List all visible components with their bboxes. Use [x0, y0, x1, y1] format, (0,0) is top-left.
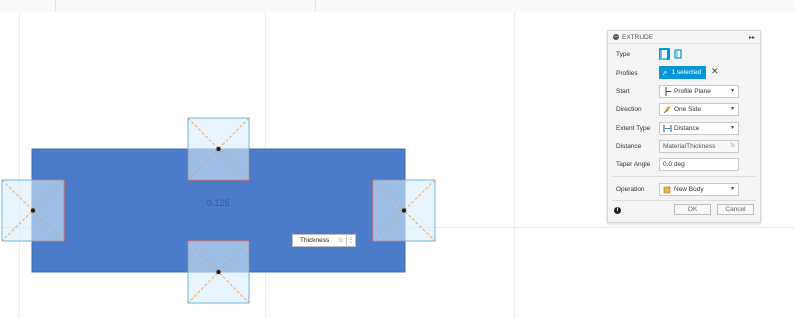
- panel-title: EXTRUDE: [622, 33, 654, 41]
- vertical-ellipsis-icon[interactable]: ⋮: [346, 235, 355, 246]
- extent-type-dropdown[interactable]: Distance ▼: [659, 121, 739, 135]
- sketch-square-right: [372, 179, 436, 242]
- operation-value: New Body: [674, 185, 704, 193]
- operation-label: Operation: [616, 185, 645, 193]
- extrude-thin-icon[interactable]: [673, 48, 684, 60]
- distance-row: Distance MaterialThickness fx: [608, 138, 760, 154]
- direction-row: Direction One Side ▼: [608, 101, 760, 117]
- one-side-icon: [663, 105, 672, 114]
- taper-angle-row: Taper Angle 0.0 deg: [608, 156, 760, 172]
- chevron-down-icon: ▼: [730, 186, 735, 192]
- type-label: Type: [616, 50, 631, 58]
- panel-divider: [612, 176, 756, 177]
- taper-angle-input[interactable]: 0.0 deg: [659, 157, 739, 171]
- operation-row: Operation + New Body ▼: [608, 181, 760, 197]
- cancel-button[interactable]: Cancel: [717, 204, 754, 215]
- chevron-down-icon: ▼: [730, 88, 735, 94]
- fx-icon[interactable]: fx: [338, 238, 343, 244]
- extent-type-row: Extent Type Distance ▼: [608, 120, 760, 136]
- start-value: Profile Plane: [674, 87, 711, 95]
- expand-icon[interactable]: ▸▸: [749, 34, 755, 41]
- type-row: Type: [608, 46, 760, 62]
- profiles-selection-text: 1 selected: [671, 69, 702, 76]
- extent-type-label: Extent Type: [616, 124, 651, 132]
- thickness-input[interactable]: Thickness fx ⋮: [292, 234, 356, 247]
- distance-value[interactable]: MaterialThickness: [663, 143, 715, 150]
- start-row: Start Profile Plane ▼: [608, 83, 760, 99]
- panel-header: – EXTRUDE ▸▸: [608, 31, 760, 44]
- cursor-arrow-icon: ➚: [662, 69, 668, 77]
- operation-dropdown[interactable]: + New Body ▼: [659, 182, 739, 196]
- taper-angle-value[interactable]: 0.0 deg: [663, 161, 685, 168]
- direction-value: One Side: [674, 105, 702, 113]
- distance-icon: [663, 124, 672, 133]
- panel-divider: [612, 200, 756, 201]
- fx-icon[interactable]: fx: [730, 143, 735, 149]
- profiles-label: Profiles: [616, 69, 638, 77]
- extent-type-value: Distance: [674, 124, 700, 132]
- start-dropdown[interactable]: Profile Plane ▼: [659, 84, 739, 98]
- sketch-square-left: [1, 179, 65, 242]
- chevron-down-icon: ▼: [730, 125, 735, 131]
- sketch-square-top: [187, 117, 250, 181]
- profiles-selection-button[interactable]: ➚ 1 selected: [659, 66, 706, 79]
- direction-dropdown[interactable]: One Side ▼: [659, 102, 739, 116]
- collapse-icon[interactable]: –: [613, 34, 619, 40]
- extrude-panel: – EXTRUDE ▸▸ Type Profiles ➚ 1 selected …: [607, 30, 761, 223]
- chevron-down-icon: ▼: [730, 106, 735, 112]
- ok-button[interactable]: OK: [674, 204, 711, 215]
- profile-plane-icon: [663, 86, 672, 96]
- thickness-input-value[interactable]: Thickness: [293, 237, 329, 244]
- dimension-label: 0.125: [207, 198, 230, 208]
- profiles-row: Profiles ➚ 1 selected ✕: [608, 65, 760, 81]
- direction-label: Direction: [616, 105, 642, 113]
- taper-angle-label: Taper Angle: [616, 160, 651, 168]
- sketch-square-bottom: [187, 240, 250, 304]
- svg-text:+: +: [668, 185, 671, 190]
- extrude-solid-icon[interactable]: [659, 48, 670, 60]
- info-icon[interactable]: i: [614, 207, 621, 214]
- clear-selection-icon[interactable]: ✕: [711, 66, 719, 77]
- distance-label: Distance: [616, 142, 642, 150]
- start-label: Start: [616, 87, 630, 95]
- new-body-icon: +: [663, 185, 672, 194]
- distance-input[interactable]: MaterialThickness fx: [659, 139, 739, 153]
